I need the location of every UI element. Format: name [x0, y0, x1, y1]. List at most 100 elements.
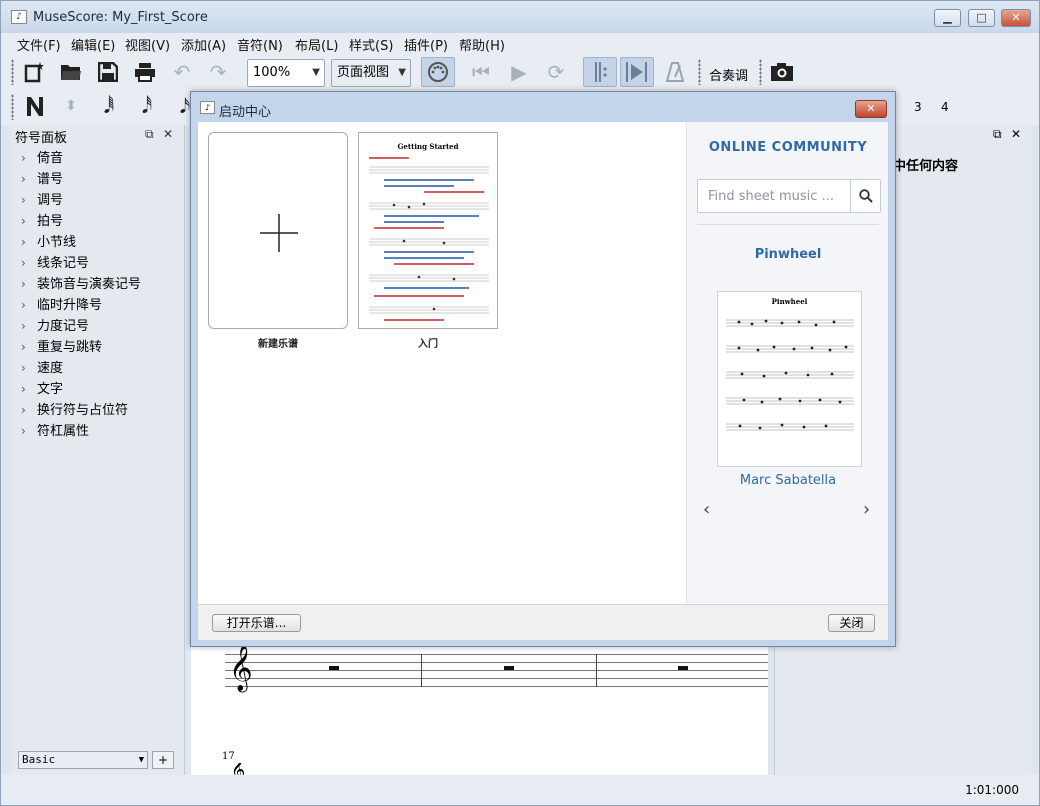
pan-score-icon[interactable]: [620, 57, 654, 87]
palette-item-lines[interactable]: › 线条记号: [21, 252, 89, 271]
workspace-select[interactable]: Basic ▼: [18, 751, 148, 769]
open-score-button[interactable]: 打开乐谱...: [212, 614, 301, 632]
midi-input-icon[interactable]: [421, 57, 455, 87]
camera-icon[interactable]: [768, 59, 796, 85]
menu-layout[interactable]: 布局(L): [295, 35, 338, 54]
palette-item-breaks-spacers[interactable]: › 换行符与占位符: [21, 399, 128, 418]
open-folder-icon[interactable]: [57, 59, 85, 85]
menu-file[interactable]: 文件(F): [17, 35, 61, 54]
voice-4-button[interactable]: 4: [941, 100, 949, 114]
menu-edit[interactable]: 编辑(E): [71, 35, 115, 54]
sheet-music-search[interactable]: Find sheet music ...: [697, 179, 881, 213]
musescore-logo-icon: ♪: [200, 101, 215, 114]
palette-item-barlines[interactable]: › 小节线: [21, 231, 76, 250]
palette-item-repeats-jumps[interactable]: › 重复与跳转: [21, 336, 102, 355]
minimize-button[interactable]: ▁: [934, 9, 961, 27]
inspector-empty-text: 中任何内容: [893, 159, 959, 174]
palette-item-label: 力度记号: [37, 319, 90, 334]
add-workspace-button[interactable]: +: [152, 751, 174, 769]
palette-item-text[interactable]: › 文字: [21, 378, 63, 397]
close-button[interactable]: 关闭: [828, 614, 875, 632]
window-title: MuseScore: My_First_Score: [33, 10, 208, 25]
chevron-right-icon: ›: [21, 151, 26, 165]
close-window-button[interactable]: ✕: [1001, 9, 1031, 27]
plus-icon: [260, 214, 298, 252]
undo-icon[interactable]: ↶: [168, 59, 196, 85]
palette-item-accidentals[interactable]: › 临时升降号: [21, 294, 102, 313]
palette-item-beam-properties[interactable]: › 符杠属性: [21, 420, 89, 439]
toolbar-grip[interactable]: [11, 94, 14, 120]
print-icon[interactable]: [131, 59, 159, 85]
divider: [697, 224, 879, 225]
palette-item-grace-notes[interactable]: › 倚音: [21, 147, 63, 166]
menu-plugins[interactable]: 插件(P): [404, 35, 448, 54]
palette-item-articulations[interactable]: › 装饰音与演奏记号: [21, 273, 141, 292]
float-panel-icon[interactable]: ⧉: [145, 127, 154, 142]
palette-title: 符号面板: [15, 131, 68, 146]
menu-help[interactable]: 帮助(H): [459, 35, 505, 54]
new-score-icon[interactable]: [20, 59, 48, 85]
redo-icon[interactable]: ↷: [204, 59, 232, 85]
zoom-select[interactable]: 100% ▼: [247, 59, 325, 87]
repeat-playback-icon[interactable]: [583, 57, 617, 87]
featured-score-preview: [726, 319, 854, 431]
palette-item-dynamics[interactable]: › 力度记号: [21, 315, 89, 334]
64th-note-icon[interactable]: 𝅘𝅥𝅱: [95, 93, 123, 119]
concert-pitch-toggle[interactable]: 合奏调: [709, 65, 748, 84]
chevron-right-icon: ›: [21, 298, 26, 312]
toolbar-grip[interactable]: [11, 59, 14, 85]
chevron-right-icon: ›: [21, 403, 26, 417]
featured-score-thumbnail[interactable]: Pinwheel: [717, 291, 862, 467]
menu-notes[interactable]: 音符(N): [237, 35, 283, 54]
voice-3-button[interactable]: 3: [914, 100, 922, 114]
chevron-right-icon: ›: [21, 256, 26, 270]
close-dialog-icon[interactable]: ✕: [855, 100, 887, 118]
staff-line: [225, 678, 768, 679]
rewind-icon[interactable]: ⏮: [467, 59, 495, 85]
palette-item-label: 重复与跳转: [37, 340, 103, 355]
whole-rest[interactable]: [329, 666, 339, 670]
playback-position: 1:01:000: [965, 783, 1019, 797]
menu-view[interactable]: 视图(V): [125, 35, 170, 54]
file-toolbar: ↶ ↷ 100% ▼ 页面视图 ▼ ⏮ ▶ ⟳ 合奏调: [1, 55, 1039, 89]
featured-score-title[interactable]: Pinwheel: [687, 247, 889, 262]
palette-item-tempo[interactable]: › 速度: [21, 357, 63, 376]
toolbar-grip[interactable]: [698, 59, 701, 85]
palette-item-label: 调号: [37, 193, 64, 208]
featured-score-composer[interactable]: Marc Sabatella: [687, 473, 889, 488]
measure-number: 17: [222, 751, 235, 762]
new-score-label: 新建乐谱: [258, 339, 298, 350]
play-icon[interactable]: ▶: [505, 59, 533, 85]
save-icon[interactable]: [94, 59, 122, 85]
palette-item-label: 线条记号: [37, 256, 90, 271]
metronome-icon[interactable]: [661, 59, 689, 85]
getting-started-label: 入门: [418, 339, 438, 350]
menu-add[interactable]: 添加(A): [181, 35, 226, 54]
close-panel-icon[interactable]: ✕: [163, 127, 173, 141]
staff-line: [225, 686, 768, 687]
chevron-right-icon[interactable]: ›: [863, 499, 870, 520]
maximize-button[interactable]: □: [968, 9, 995, 27]
note-input-mode-icon[interactable]: [21, 93, 49, 119]
close-panel-icon[interactable]: ✕: [1011, 127, 1021, 141]
chevron-left-icon[interactable]: ‹: [703, 499, 710, 520]
float-panel-icon[interactable]: ⧉: [993, 127, 1002, 142]
whole-rest[interactable]: [678, 666, 688, 670]
menu-style[interactable]: 样式(S): [349, 35, 393, 54]
toggle-input-icon[interactable]: ⬍: [57, 93, 85, 119]
whole-rest[interactable]: [504, 666, 514, 670]
toolbar-grip[interactable]: [759, 59, 762, 85]
search-icon[interactable]: [850, 180, 880, 212]
palette-item-time-signatures[interactable]: › 拍号: [21, 210, 63, 229]
loop-icon[interactable]: ⟳: [542, 59, 570, 85]
staff-line: [225, 654, 768, 655]
chevron-right-icon: ›: [21, 424, 26, 438]
getting-started-card[interactable]: Getting Started: [358, 132, 498, 329]
treble-clef-icon: 𝄞: [231, 763, 245, 775]
search-input[interactable]: Find sheet music ...: [708, 189, 834, 204]
new-score-card[interactable]: [208, 132, 348, 329]
view-mode-select[interactable]: 页面视图 ▼: [331, 59, 411, 87]
palette-item-key-signatures[interactable]: › 调号: [21, 189, 63, 208]
palette-item-clefs[interactable]: › 谱号: [21, 168, 63, 187]
32nd-note-icon[interactable]: 𝅘𝅥𝅰: [133, 93, 161, 119]
